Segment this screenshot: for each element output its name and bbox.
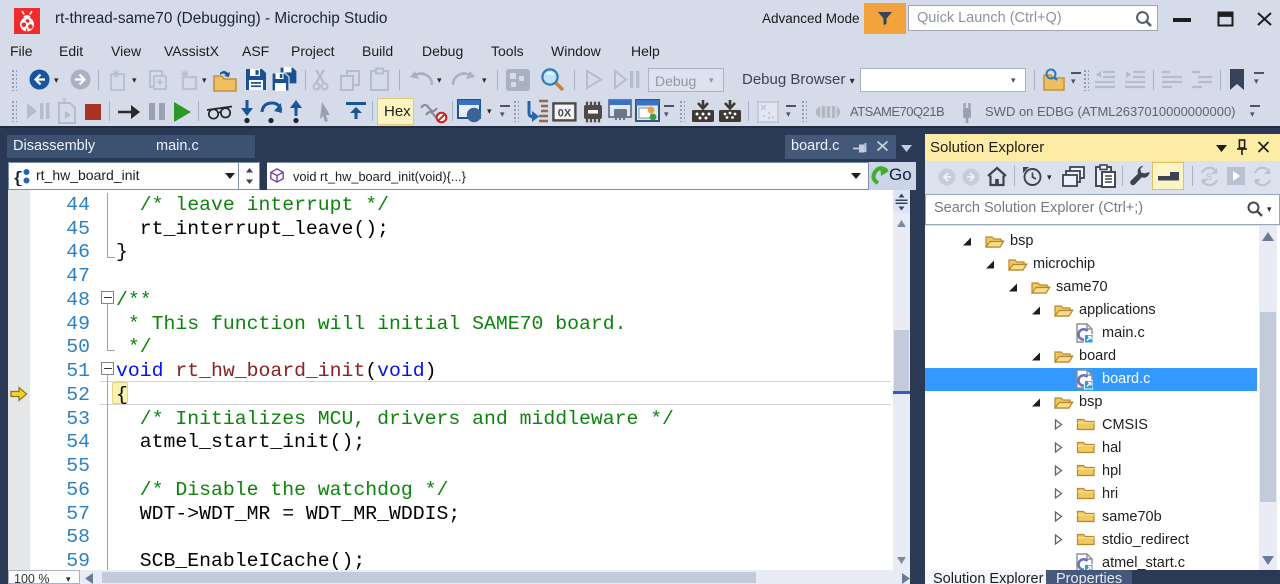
svg-text:S: S xyxy=(1206,172,1212,182)
svg-text:0X: 0X xyxy=(558,108,572,120)
svg-text:{: { xyxy=(13,170,23,186)
